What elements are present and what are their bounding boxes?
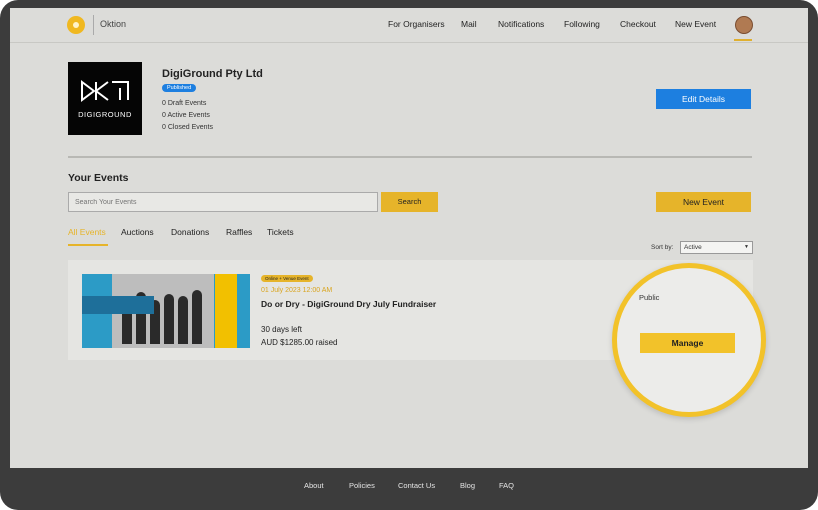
nav-for-organisers[interactable]: For Organisers xyxy=(388,19,445,29)
tab-auctions[interactable]: Auctions xyxy=(121,227,154,237)
event-image-strip xyxy=(215,274,237,348)
footer-policies-link[interactable]: Policies xyxy=(349,481,375,490)
status-badge: Published xyxy=(162,84,197,92)
event-photo-figure xyxy=(164,294,174,344)
days-left: 30 days left xyxy=(261,325,302,334)
tab-donations[interactable]: Donations xyxy=(171,227,209,237)
footer: About Policies Contact Us Blog FAQ xyxy=(10,468,808,502)
tab-all-events[interactable]: All Events xyxy=(68,227,106,237)
your-events-heading: Your Events xyxy=(68,172,129,184)
nav-mail[interactable]: Mail xyxy=(461,19,477,29)
event-image xyxy=(82,274,250,348)
active-tab-underline xyxy=(68,244,108,246)
footer-contact-link[interactable]: Contact Us xyxy=(398,481,435,490)
closed-events-count: 0 Closed Events xyxy=(162,124,213,131)
footer-blog-link[interactable]: Blog xyxy=(460,481,475,490)
event-title[interactable]: Do or Dry - DigiGround Dry July Fundrais… xyxy=(261,299,436,309)
event-visibility: Public xyxy=(639,293,660,302)
footer-about-link[interactable]: About xyxy=(304,481,324,490)
org-logo: DIGIGROUND xyxy=(68,62,142,135)
nav-following[interactable]: Following xyxy=(564,19,600,29)
event-photo-figure xyxy=(178,296,188,344)
sort-by-label: Sort by: xyxy=(651,244,674,251)
avatar-active-indicator xyxy=(734,39,752,41)
digiground-mark-icon xyxy=(81,80,129,102)
footer-faq-link[interactable]: FAQ xyxy=(499,481,514,490)
new-event-button[interactable]: New Event xyxy=(656,192,751,212)
tab-tickets[interactable]: Tickets xyxy=(267,227,294,237)
amount-raised: AUD $1285.00 raised xyxy=(261,338,338,347)
search-events-input[interactable] xyxy=(68,192,378,212)
tab-raffles[interactable]: Raffles xyxy=(226,227,252,237)
user-avatar[interactable] xyxy=(735,16,753,34)
sort-select-value: Active xyxy=(684,244,702,251)
event-image-banner xyxy=(82,296,154,314)
section-divider xyxy=(68,156,752,158)
org-name: DigiGround Pty Ltd xyxy=(162,68,263,80)
nav-new-event[interactable]: New Event xyxy=(675,19,716,29)
nav-checkout[interactable]: Checkout xyxy=(620,19,656,29)
active-events-count: 0 Active Events xyxy=(162,112,210,119)
manage-button[interactable]: Manage xyxy=(640,333,735,353)
event-photo-figure xyxy=(192,290,202,344)
event-date: 01 July 2023 12:00 AM xyxy=(261,287,333,294)
org-logo-text: DIGIGROUND xyxy=(78,110,132,119)
event-type-tag: Online + Venue Event xyxy=(261,275,313,282)
nav-notifications[interactable]: Notifications xyxy=(498,19,544,29)
sort-select[interactable]: Active xyxy=(680,241,753,254)
manage-highlight-callout: Public Manage xyxy=(612,263,766,417)
brand-name[interactable]: Oktion xyxy=(100,19,126,29)
brand-divider xyxy=(93,15,94,35)
search-button[interactable]: Search xyxy=(381,192,438,212)
top-navbar: Oktion For Organisers Mail Notifications… xyxy=(10,8,808,43)
screen: Oktion For Organisers Mail Notifications… xyxy=(10,8,808,468)
draft-events-count: 0 Draft Events xyxy=(162,100,207,107)
oktion-logo-icon[interactable] xyxy=(67,16,85,34)
edit-details-button[interactable]: Edit Details xyxy=(656,89,751,109)
